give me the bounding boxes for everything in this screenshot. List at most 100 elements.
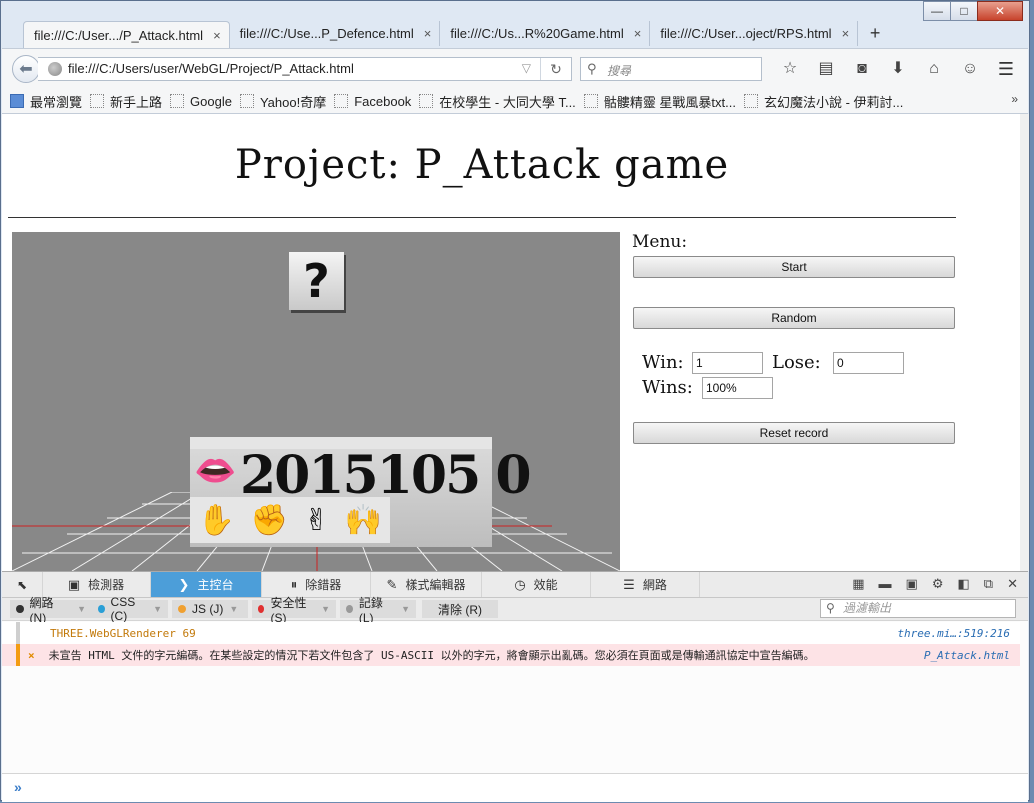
page-icon bbox=[334, 94, 349, 108]
back-arrow-icon: ⬅ bbox=[19, 61, 33, 78]
lose-label: Lose: bbox=[772, 352, 821, 373]
scratchpad-icon[interactable]: ▬ bbox=[879, 576, 892, 592]
tab-label: file:///C:/User...oject/RPS.html bbox=[660, 26, 832, 41]
clear-console-button[interactable]: 清除 (R) bbox=[422, 600, 498, 618]
error-message: 未宣告 HTML 文件的字元編碼。在某些設定的情況下若文件包含了 US-ASCI… bbox=[48, 649, 815, 662]
new-tab-button[interactable]: + bbox=[858, 21, 892, 46]
filter-js[interactable]: JS (J) ▼ bbox=[172, 600, 248, 618]
responsive-design-icon[interactable]: ▦ bbox=[852, 576, 864, 592]
tab-label: 檢測器 bbox=[88, 578, 125, 592]
scissors-hand-icon: ✌ bbox=[303, 503, 330, 537]
globe-icon bbox=[48, 62, 62, 76]
search-icon: ⚲ bbox=[587, 61, 597, 76]
bookmark-label: 最常瀏覽 bbox=[30, 94, 83, 110]
pocket-icon[interactable]: ◙ bbox=[844, 57, 880, 81]
devtools-panel: ⬉ ▣ 檢測器 ❯ 主控台 ⏸ 除錯器 ✎ 樣式編輯器 ◷ 效能 ☰ 網路 ▦ ▬ ▣ ⚙ … bbox=[2, 571, 1028, 802]
tab-performance[interactable]: ◷ 效能 bbox=[482, 572, 591, 597]
folder-icon bbox=[10, 94, 24, 108]
screenshot-icon[interactable]: ▣ bbox=[906, 576, 918, 592]
tab-close-icon[interactable]: × bbox=[842, 26, 850, 41]
url-bar[interactable]: file:///C:/Users/user/WebGL/Project/P_At… bbox=[38, 57, 572, 81]
settings-gear-icon[interactable]: ⚙ bbox=[932, 576, 944, 592]
filter-label: 記錄 (L) bbox=[358, 595, 383, 625]
console-input[interactable]: » bbox=[2, 773, 1028, 802]
random-button[interactable]: Random bbox=[633, 307, 955, 329]
mystery-card: ? bbox=[289, 252, 344, 310]
download-icon[interactable]: ⬇ bbox=[880, 57, 916, 81]
filter-label: 安全性 (S) bbox=[270, 595, 307, 625]
close-window-button[interactable]: ✕ bbox=[977, 1, 1023, 21]
win-field[interactable]: 1 bbox=[692, 352, 763, 374]
search-placeholder[interactable]: 搜尋 bbox=[607, 62, 631, 79]
tab-game[interactable]: file:///C:/Us...R%20Game.html × bbox=[440, 21, 651, 46]
tab-label: 樣式編輯器 bbox=[405, 578, 466, 592]
reload-icon[interactable]: ↻ bbox=[540, 58, 571, 80]
network-icon: ☰ bbox=[623, 576, 635, 592]
console-log-entry[interactable]: THREE.WebGLRenderer 69 three.mi…:519:216 bbox=[2, 622, 1020, 644]
webgl-canvas[interactable]: ? 👄 2015105 0 ✋ ✊ ✌ 🙌 bbox=[12, 232, 620, 571]
bookmark-getting-started[interactable]: 新手上路 bbox=[90, 92, 162, 111]
reset-record-button[interactable]: Reset record bbox=[633, 422, 955, 444]
tab-close-icon[interactable]: × bbox=[634, 26, 642, 41]
rock-hand-icon: ✊ bbox=[250, 503, 289, 537]
menu-hamburger-icon[interactable]: ☰ bbox=[994, 57, 1018, 81]
reading-list-icon[interactable]: ▤ bbox=[808, 57, 844, 81]
undock-icon[interactable]: ⧉ bbox=[984, 576, 993, 592]
bookmarks-overflow-icon[interactable]: » bbox=[1011, 92, 1018, 106]
tab-label: 主控台 bbox=[197, 578, 234, 592]
minimize-button[interactable]: — bbox=[923, 1, 951, 21]
bookmark-facebook[interactable]: Facebook bbox=[334, 94, 411, 109]
security-dot-icon bbox=[258, 605, 265, 613]
url-text[interactable]: file:///C:/Users/user/WebGL/Project/P_At… bbox=[68, 61, 354, 76]
home-icon[interactable]: ⌂ bbox=[916, 57, 952, 81]
page-icon bbox=[419, 94, 434, 108]
log-source-link[interactable]: three.mi…:519:216 bbox=[897, 627, 1010, 640]
lose-field[interactable]: 0 bbox=[833, 352, 904, 374]
error-source-link[interactable]: P_Attack.html bbox=[924, 649, 1010, 662]
divider bbox=[8, 217, 956, 218]
filter-security[interactable]: 安全性 (S) ▼ bbox=[252, 596, 336, 625]
url-dropdown-icon[interactable]: ▽ bbox=[522, 61, 531, 75]
chevron-down-icon: ▼ bbox=[321, 604, 330, 614]
log-message: THREE.WebGLRenderer 69 bbox=[50, 626, 196, 640]
bookmark-university[interactable]: 在校學生 - 大同大學 T... bbox=[419, 92, 576, 111]
tab-network[interactable]: ☰ 網路 bbox=[591, 572, 700, 597]
bookmark-label: 新手上路 bbox=[110, 94, 163, 110]
search-icon: ⚲ bbox=[826, 601, 835, 615]
tab-p-attack[interactable]: file:///C:/User.../P_Attack.html × bbox=[23, 21, 230, 48]
window-controls: — □ ✕ bbox=[923, 1, 1023, 21]
tab-close-icon[interactable]: × bbox=[424, 26, 432, 41]
bookmark-google[interactable]: Google bbox=[170, 94, 232, 109]
maximize-button[interactable]: □ bbox=[950, 1, 978, 21]
devtools-toolbar: ⬉ ▣ 檢測器 ❯ 主控台 ⏸ 除錯器 ✎ 樣式編輯器 ◷ 效能 ☰ 網路 ▦ ▬ ▣ ⚙ … bbox=[2, 572, 1028, 598]
page-scrollbar[interactable] bbox=[1020, 114, 1029, 571]
tab-console[interactable]: ❯ 主控台 bbox=[151, 572, 262, 597]
wins-field[interactable]: 100% bbox=[702, 377, 773, 399]
bookmark-novel-2[interactable]: 玄幻魔法小說 - 伊莉討... bbox=[743, 92, 903, 111]
close-devtools-icon[interactable]: ✕ bbox=[1007, 576, 1018, 592]
chevron-down-icon: ▼ bbox=[229, 604, 239, 614]
filter-output-input[interactable]: ⚲ 過濾輸出 bbox=[820, 599, 1016, 618]
search-box[interactable]: ⚲ 搜尋 bbox=[580, 57, 762, 81]
console-error-entry[interactable]: × 未宣告 HTML 文件的字元編碼。在某些設定的情況下若文件包含了 US-AS… bbox=[2, 644, 1020, 666]
bookmark-most-visited[interactable]: 最常瀏覽 bbox=[10, 92, 82, 111]
tab-p-defence[interactable]: file:///C:/Use...P_Defence.html × bbox=[230, 21, 441, 46]
bookmark-novel-1[interactable]: 骷髏精靈 星戰風暴txt... bbox=[583, 92, 736, 111]
bookmark-yahoo[interactable]: Yahoo!奇摩 bbox=[239, 92, 326, 111]
dock-side-icon[interactable]: ◧ bbox=[958, 576, 970, 592]
page-icon bbox=[239, 94, 254, 108]
tab-label: file:///C:/Use...P_Defence.html bbox=[239, 26, 414, 41]
filter-label: 網路 (N) bbox=[29, 595, 54, 625]
bookmark-star-icon[interactable]: ☆ bbox=[772, 57, 808, 81]
start-button[interactable]: Start bbox=[633, 256, 955, 278]
back-button[interactable]: ⬅ bbox=[12, 55, 40, 83]
tab-close-icon[interactable]: × bbox=[213, 28, 221, 43]
tab-rps[interactable]: file:///C:/User...oject/RPS.html × bbox=[650, 21, 859, 46]
console-prompt-icon: » bbox=[14, 779, 22, 795]
menu-label: Menu: bbox=[632, 232, 688, 252]
tab-label: file:///C:/User.../P_Attack.html bbox=[34, 27, 204, 43]
filter-logging[interactable]: 記錄 (L) ▼ bbox=[340, 596, 416, 625]
hello-chat-icon[interactable]: ☺ bbox=[952, 57, 988, 81]
filter-css[interactable]: CSS (C) ▼ bbox=[92, 595, 168, 623]
filter-network[interactable]: 網路 (N) ▼ bbox=[10, 596, 92, 625]
